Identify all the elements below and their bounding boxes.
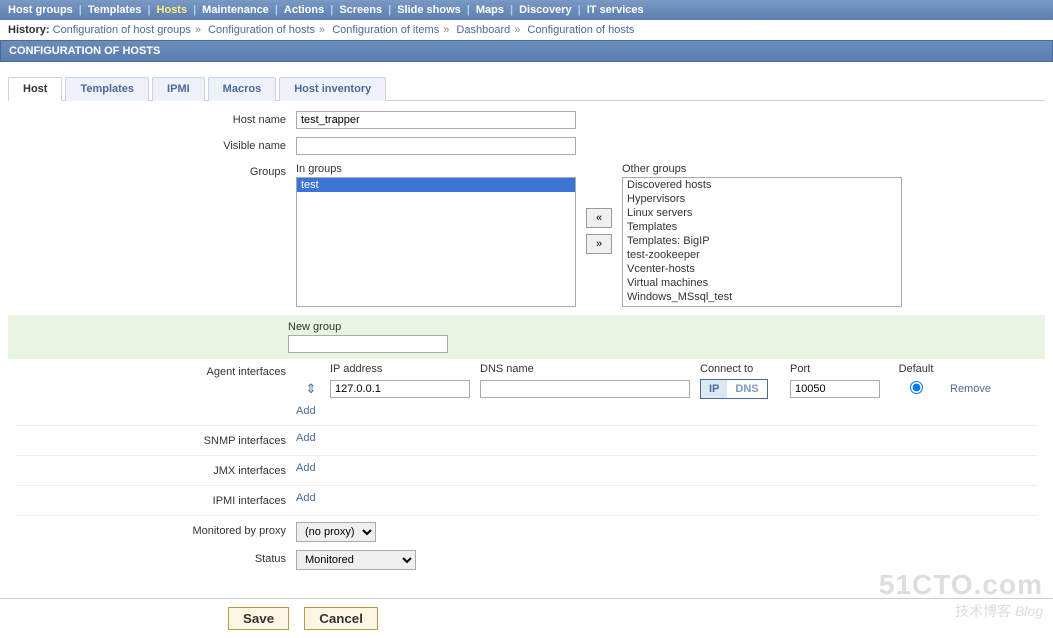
in-group-option[interactable]: test: [297, 178, 575, 192]
in-groups-header: In groups: [296, 163, 576, 175]
connect-ip-button[interactable]: IP: [701, 380, 727, 398]
agent-ip-input[interactable]: [330, 380, 470, 398]
in-groups-listbox[interactable]: test: [296, 177, 576, 307]
other-group-option[interactable]: Templates: BigIP: [623, 234, 901, 248]
host-name-input[interactable]: [296, 111, 576, 129]
tab-templates[interactable]: Templates: [65, 77, 149, 101]
label-snmp-interfaces: SNMP interfaces: [16, 432, 296, 447]
label-status: Status: [16, 550, 296, 565]
label-visible-name: Visible name: [16, 137, 296, 152]
tabs: HostTemplatesIPMIMacrosHost inventory: [8, 76, 1045, 101]
col-ip-address: IP address: [326, 363, 476, 375]
add-agent-interface-link[interactable]: Add: [296, 405, 316, 417]
add-snmp-interface-link[interactable]: Add: [296, 432, 316, 444]
label-ipmi-interfaces: IPMI interfaces: [16, 492, 296, 507]
nav-host-groups[interactable]: Host groups: [8, 4, 73, 16]
breadcrumb-link[interactable]: Configuration of items: [332, 24, 439, 36]
breadcrumb-link[interactable]: Configuration of hosts: [208, 24, 315, 36]
move-left-button[interactable]: «: [586, 208, 612, 228]
nav-maintenance[interactable]: Maintenance: [202, 4, 269, 16]
add-jmx-interface-link[interactable]: Add: [296, 462, 316, 474]
col-default: Default: [886, 363, 946, 375]
breadcrumb-link[interactable]: Configuration of hosts: [527, 24, 634, 36]
nav-slide-shows[interactable]: Slide shows: [397, 4, 461, 16]
label-groups: Groups: [16, 163, 296, 178]
breadcrumb-link[interactable]: Dashboard: [456, 24, 510, 36]
footer: Save Cancel: [0, 598, 1053, 638]
other-group-option[interactable]: Hypervisors: [623, 192, 901, 206]
col-connect-to: Connect to: [696, 363, 786, 375]
other-group-option[interactable]: Linux servers: [623, 206, 901, 220]
col-dns-name: DNS name: [476, 363, 696, 375]
tab-host-inventory[interactable]: Host inventory: [279, 77, 386, 101]
other-group-option[interactable]: Virtual machines: [623, 276, 901, 290]
agent-default-radio[interactable]: [910, 381, 923, 394]
remove-interface-link[interactable]: Remove: [950, 383, 991, 395]
cancel-button[interactable]: Cancel: [304, 607, 378, 630]
history-breadcrumb: History: Configuration of host groups» C…: [0, 20, 1053, 40]
nav-actions[interactable]: Actions: [284, 4, 324, 16]
breadcrumb-link[interactable]: Configuration of host groups: [53, 24, 191, 36]
tab-ipmi[interactable]: IPMI: [152, 77, 205, 101]
top-nav: Host groups|Templates|Hosts|Maintenance|…: [0, 0, 1053, 20]
add-ipmi-interface-link[interactable]: Add: [296, 492, 316, 504]
host-form: Host name Visible name Groups In groups …: [8, 101, 1045, 588]
page-title: CONFIGURATION OF HOSTS: [0, 40, 1053, 62]
label-agent-interfaces: Agent interfaces: [16, 363, 296, 378]
nav-templates[interactable]: Templates: [88, 4, 142, 16]
other-group-option[interactable]: Windows_MSsql_test: [623, 290, 901, 304]
new-group-input[interactable]: [288, 335, 448, 353]
label-host-name: Host name: [16, 111, 296, 126]
nav-screens[interactable]: Screens: [339, 4, 382, 16]
nav-maps[interactable]: Maps: [476, 4, 504, 16]
other-group-option[interactable]: Vcenter-hosts: [623, 262, 901, 276]
connect-dns-button[interactable]: DNS: [727, 380, 766, 398]
tab-host[interactable]: Host: [8, 77, 62, 101]
other-groups-listbox[interactable]: Discovered hostsHypervisorsLinux servers…: [622, 177, 902, 307]
status-select[interactable]: Monitored: [296, 550, 416, 570]
agent-interface-row: ⇕ IP DNS Remove: [296, 379, 1037, 399]
col-port: Port: [786, 363, 886, 375]
agent-dns-input[interactable]: [480, 380, 690, 398]
drag-handle-icon[interactable]: ⇕: [306, 381, 317, 396]
history-label: History:: [8, 24, 50, 36]
other-group-option[interactable]: test-zookeeper: [623, 248, 901, 262]
save-button[interactable]: Save: [228, 607, 289, 630]
visible-name-input[interactable]: [296, 137, 576, 155]
connect-to-toggle[interactable]: IP DNS: [700, 379, 768, 399]
nav-it-services[interactable]: IT services: [587, 4, 644, 16]
proxy-select[interactable]: (no proxy): [296, 522, 376, 542]
nav-discovery[interactable]: Discovery: [519, 4, 572, 16]
other-group-option[interactable]: Discovered hosts: [623, 178, 901, 192]
other-group-option[interactable]: Zabbix servers: [623, 304, 901, 307]
move-right-button[interactable]: »: [586, 234, 612, 254]
label-jmx-interfaces: JMX interfaces: [16, 462, 296, 477]
other-group-option[interactable]: Templates: [623, 220, 901, 234]
other-groups-header: Other groups: [622, 163, 902, 175]
new-group-header: New group: [288, 321, 1045, 333]
agent-port-input[interactable]: [790, 380, 880, 398]
label-monitored-by-proxy: Monitored by proxy: [16, 522, 296, 537]
tab-macros[interactable]: Macros: [208, 77, 277, 101]
nav-hosts[interactable]: Hosts: [157, 4, 188, 16]
label-new-group: [8, 321, 288, 324]
